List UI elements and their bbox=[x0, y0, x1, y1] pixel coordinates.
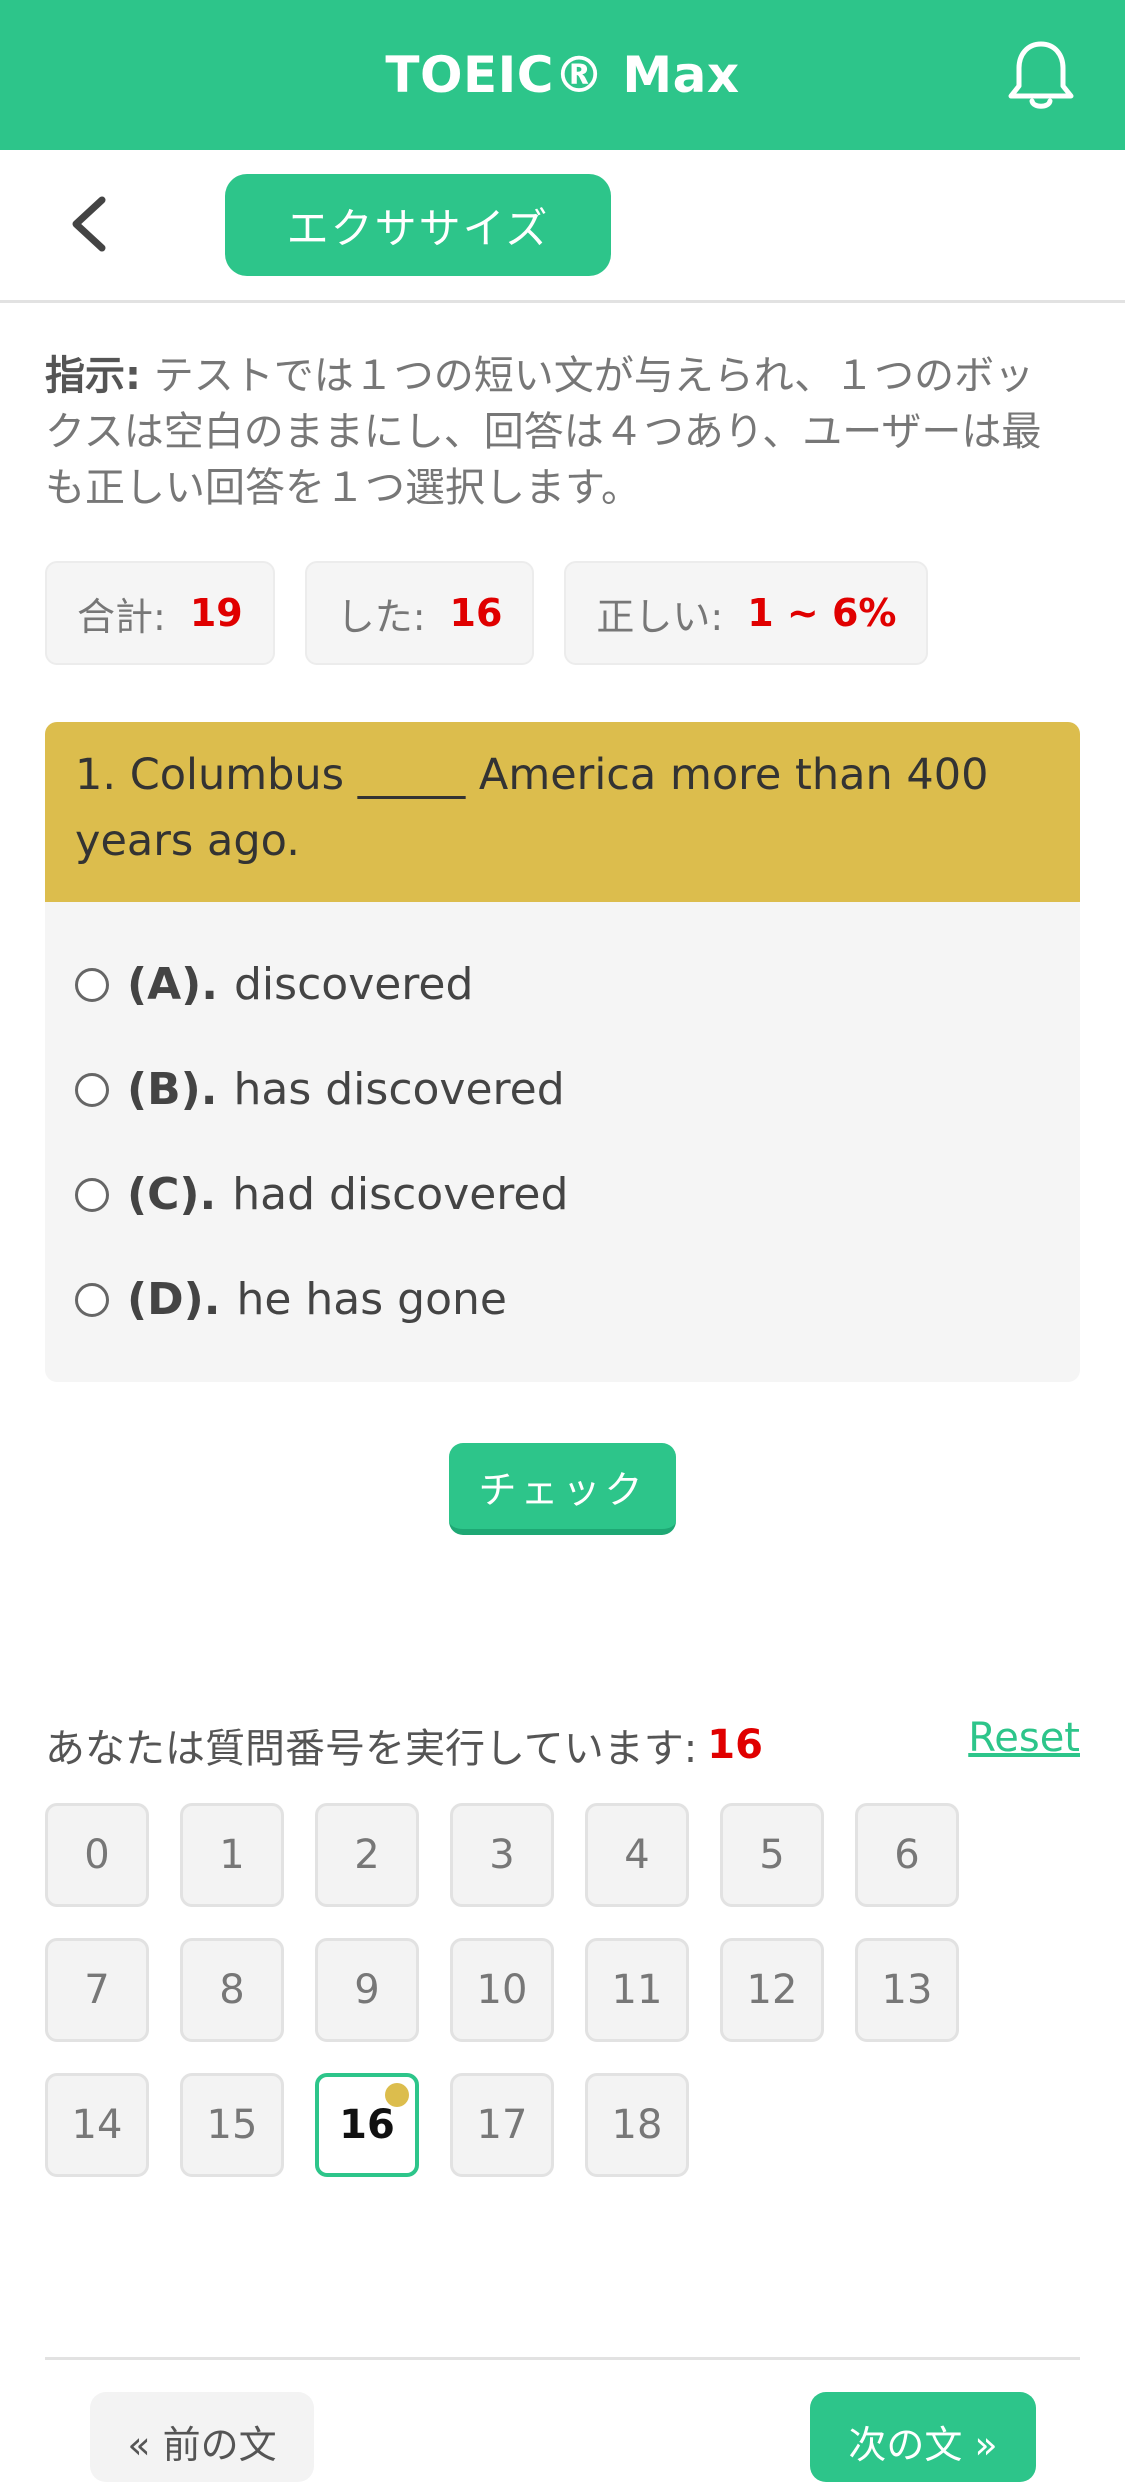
instructions: 指示: テストでは１つの短い文が与えられ、１つのボックスは空白のままにし、回答は… bbox=[45, 348, 1065, 516]
question-number-7[interactable]: 7 bbox=[45, 1938, 149, 2042]
option-a[interactable]: (A). discovered bbox=[45, 932, 1080, 1037]
question-number-13[interactable]: 13 bbox=[855, 1938, 959, 2042]
next-sentence-button[interactable]: 次の文 » bbox=[810, 2392, 1036, 2482]
question-number-label: 4 bbox=[624, 1832, 650, 1878]
radio-button[interactable] bbox=[75, 1177, 109, 1212]
question-text: 1. Columbus _____ America more than 400 … bbox=[45, 722, 1080, 902]
answer-options: (A). discovered (B). has discovered (C).… bbox=[45, 902, 1080, 1352]
current-question-number: 16 bbox=[707, 1722, 763, 1768]
stat-correct: 正しい: 1 ~ 6% bbox=[564, 561, 929, 665]
sub-navigation-bar: エクササイズ bbox=[0, 150, 1125, 303]
question-number-9[interactable]: 9 bbox=[315, 1938, 419, 2042]
question-number-label: 17 bbox=[476, 2102, 528, 2148]
question-number-14[interactable]: 14 bbox=[45, 2073, 149, 2177]
question-number-6[interactable]: 6 bbox=[855, 1803, 959, 1907]
option-text: he has gone bbox=[236, 1274, 507, 1325]
previous-sentence-button[interactable]: « 前の文 bbox=[90, 2392, 314, 2482]
question-card: 1. Columbus _____ America more than 400 … bbox=[45, 722, 1080, 1382]
check-button[interactable]: チェック bbox=[449, 1443, 676, 1535]
bell-icon[interactable] bbox=[1005, 38, 1077, 114]
question-number-17[interactable]: 17 bbox=[450, 2073, 554, 2177]
radio-button[interactable] bbox=[75, 1072, 109, 1107]
stat-done-value: 16 bbox=[449, 591, 503, 635]
question-number-18[interactable]: 18 bbox=[585, 2073, 689, 2177]
question-number-16[interactable]: 16 bbox=[315, 2073, 419, 2177]
tab-exercise[interactable]: エクササイズ bbox=[225, 174, 611, 276]
question-number-11[interactable]: 11 bbox=[585, 1938, 689, 2042]
question-number-label: 16 bbox=[339, 2102, 395, 2148]
question-number-label: 13 bbox=[881, 1967, 933, 2013]
option-letter: (D). bbox=[127, 1274, 221, 1325]
question-number-label: 5 bbox=[759, 1832, 785, 1878]
stat-correct-label: 正しい: bbox=[596, 594, 724, 639]
stat-done: した: 16 bbox=[304, 561, 535, 665]
question-number-5[interactable]: 5 bbox=[720, 1803, 824, 1907]
stat-total-value: 19 bbox=[189, 591, 243, 635]
option-text: had discovered bbox=[232, 1169, 569, 1220]
question-number-label: 2 bbox=[354, 1832, 380, 1878]
question-number-label: 14 bbox=[71, 2102, 123, 2148]
question-number-label: 3 bbox=[489, 1832, 515, 1878]
current-indicator-dot bbox=[385, 2083, 409, 2107]
stat-total: 合計: 19 bbox=[45, 561, 275, 665]
radio-button[interactable] bbox=[75, 1282, 109, 1317]
question-number-10[interactable]: 10 bbox=[450, 1938, 554, 2042]
question-number-12[interactable]: 12 bbox=[720, 1938, 824, 2042]
reset-link[interactable]: Reset bbox=[968, 1715, 1080, 1761]
question-number-label: 11 bbox=[611, 1967, 663, 2013]
question-number-label: 7 bbox=[84, 1967, 110, 2013]
instructions-label: 指示: bbox=[45, 353, 141, 399]
instructions-text: テストでは１つの短い文が与えられ、１つのボックスは空白のままにし、回答は４つあり… bbox=[45, 353, 1042, 511]
question-number-4[interactable]: 4 bbox=[585, 1803, 689, 1907]
footer-divider bbox=[45, 2357, 1080, 2360]
option-c[interactable]: (C). had discovered bbox=[45, 1142, 1080, 1247]
question-number-label: 1 bbox=[219, 1832, 245, 1878]
stats-row: 合計: 19 した: 16 正しい: 1 ~ 6% bbox=[45, 561, 929, 665]
option-letter: (B). bbox=[127, 1064, 218, 1115]
question-number-label: 15 bbox=[206, 2102, 258, 2148]
progress-row: あなたは質問番号を実行しています: 16 Reset bbox=[45, 1715, 1080, 1775]
question-number-label: 12 bbox=[746, 1967, 798, 2013]
option-d[interactable]: (D). he has gone bbox=[45, 1247, 1080, 1352]
question-number-label: 18 bbox=[611, 2102, 663, 2148]
question-number-3[interactable]: 3 bbox=[450, 1803, 554, 1907]
question-number-2[interactable]: 2 bbox=[315, 1803, 419, 1907]
top-app-bar: TOEIC® Max bbox=[0, 0, 1125, 150]
question-number-label: 10 bbox=[476, 1967, 528, 2013]
question-number-8[interactable]: 8 bbox=[180, 1938, 284, 2042]
back-arrow-icon[interactable] bbox=[62, 194, 122, 254]
stat-total-label: 合計: bbox=[77, 594, 166, 639]
option-text: discovered bbox=[234, 959, 474, 1010]
question-number-label: 9 bbox=[354, 1967, 380, 2013]
option-b[interactable]: (B). has discovered bbox=[45, 1037, 1080, 1142]
question-number-label: 6 bbox=[894, 1832, 920, 1878]
option-letter: (C). bbox=[127, 1169, 217, 1220]
question-number-0[interactable]: 0 bbox=[45, 1803, 149, 1907]
app-title: TOEIC® Max bbox=[385, 46, 740, 104]
question-number-1[interactable]: 1 bbox=[180, 1803, 284, 1907]
stat-correct-value: 1 ~ 6% bbox=[747, 591, 897, 635]
question-number-label: 8 bbox=[219, 1967, 245, 2013]
stat-done-label: した: bbox=[336, 594, 426, 639]
radio-button[interactable] bbox=[75, 967, 109, 1002]
option-text: has discovered bbox=[233, 1064, 565, 1115]
option-letter: (A). bbox=[127, 959, 218, 1010]
question-number-label: 0 bbox=[84, 1832, 110, 1878]
progress-label: あなたは質問番号を実行しています: bbox=[45, 1726, 698, 1772]
question-number-15[interactable]: 15 bbox=[180, 2073, 284, 2177]
